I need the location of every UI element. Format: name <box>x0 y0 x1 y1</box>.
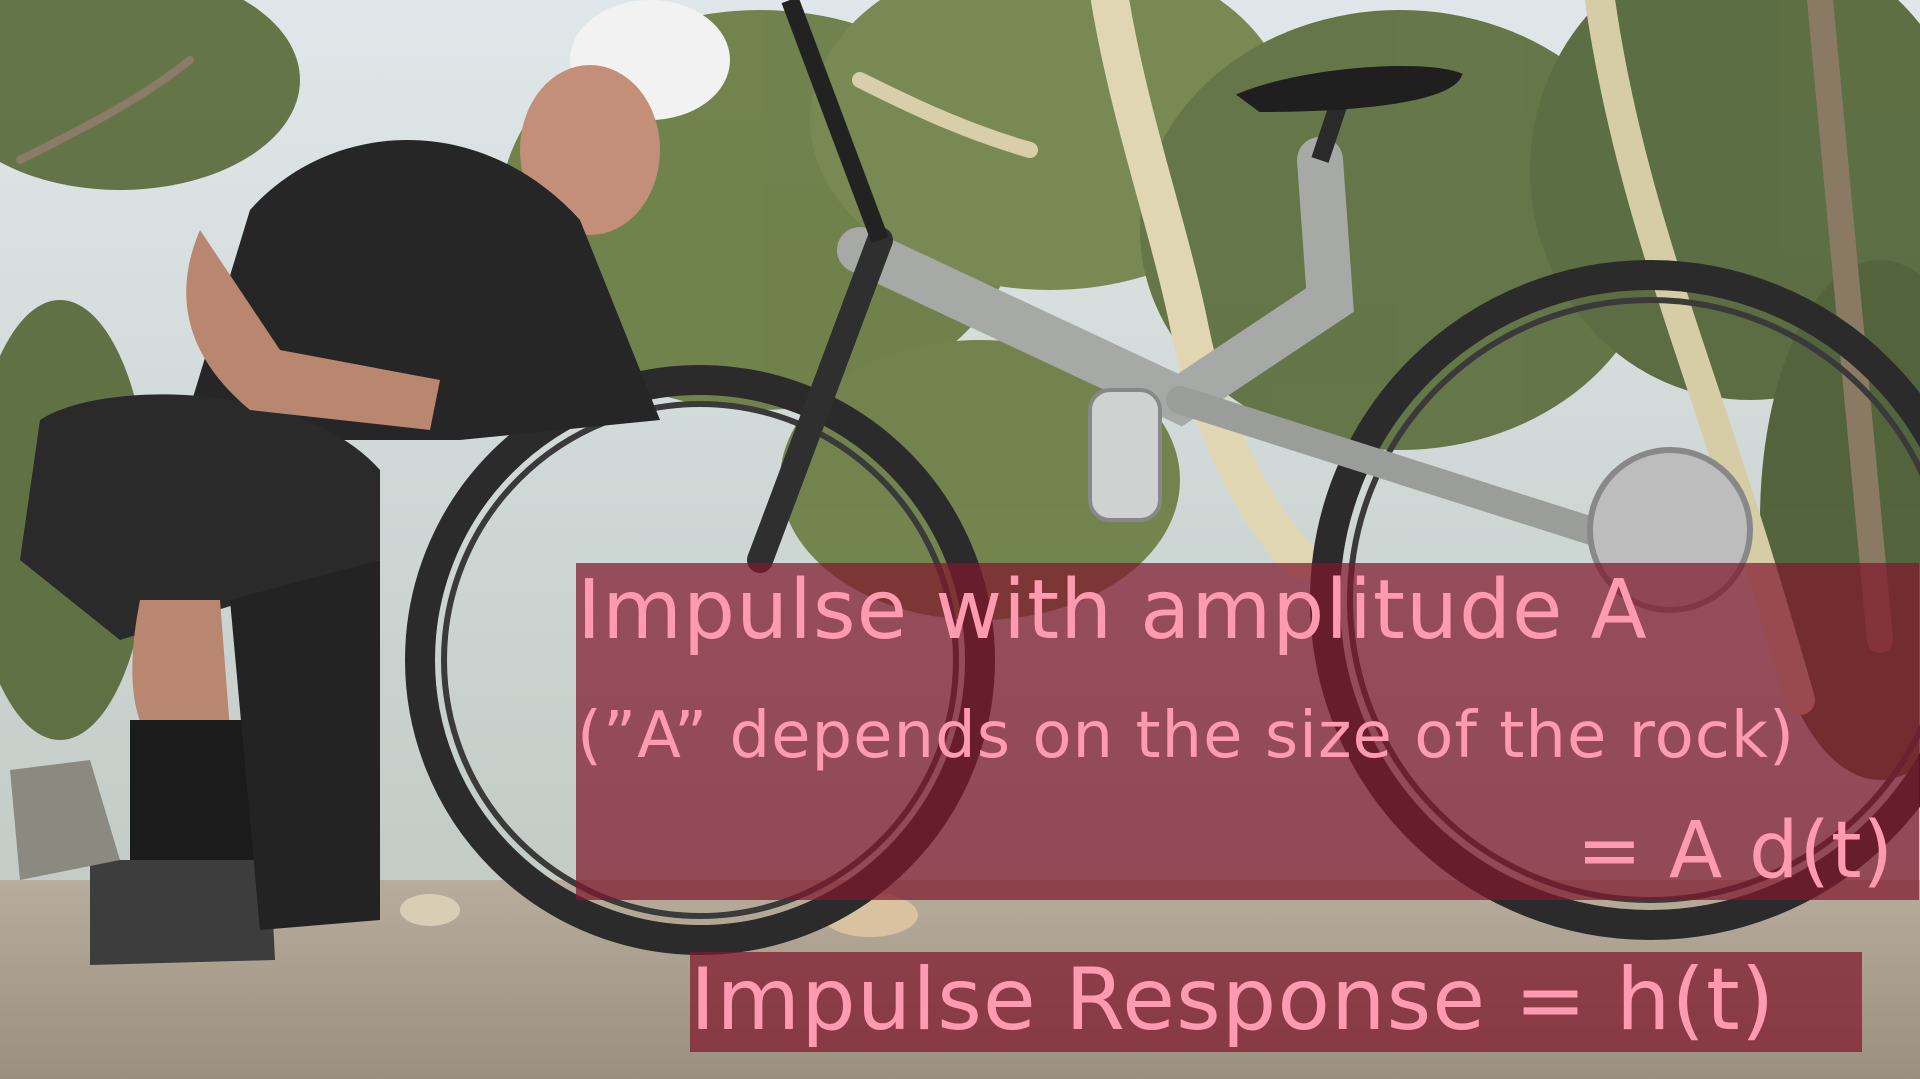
caption-amplitude-note: (”A” depends on the size of the rock) <box>577 699 1795 773</box>
caption-impulse-amplitude: Impulse with amplitude A <box>577 563 1648 658</box>
photo-scene <box>0 0 1920 1079</box>
caption-impulse-response: Impulse Response = h(t) <box>690 950 1776 1050</box>
caption-impulse-formula: = A d(t) <box>1576 806 1894 896</box>
rock <box>400 894 460 926</box>
